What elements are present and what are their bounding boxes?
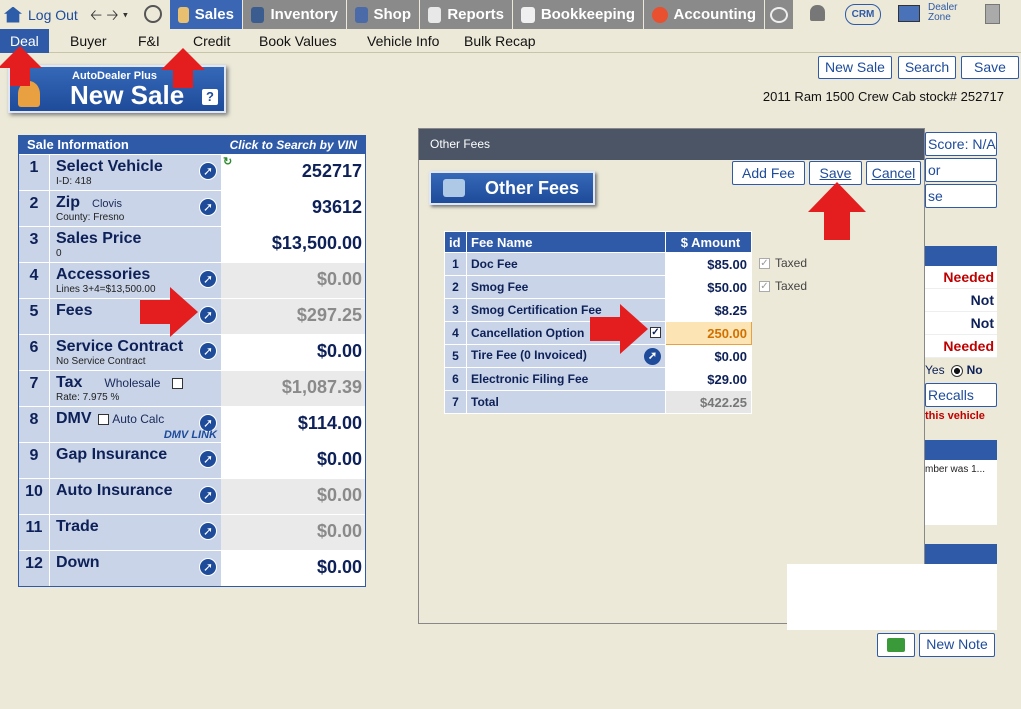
arrow-to-cancellation bbox=[590, 304, 648, 354]
arrow-to-deal bbox=[0, 46, 42, 86]
arrow-to-fees bbox=[140, 287, 198, 337]
arrow-to-sales bbox=[161, 48, 205, 88]
annotation-arrows-svg bbox=[0, 46, 866, 354]
arrow-to-save bbox=[808, 182, 866, 240]
